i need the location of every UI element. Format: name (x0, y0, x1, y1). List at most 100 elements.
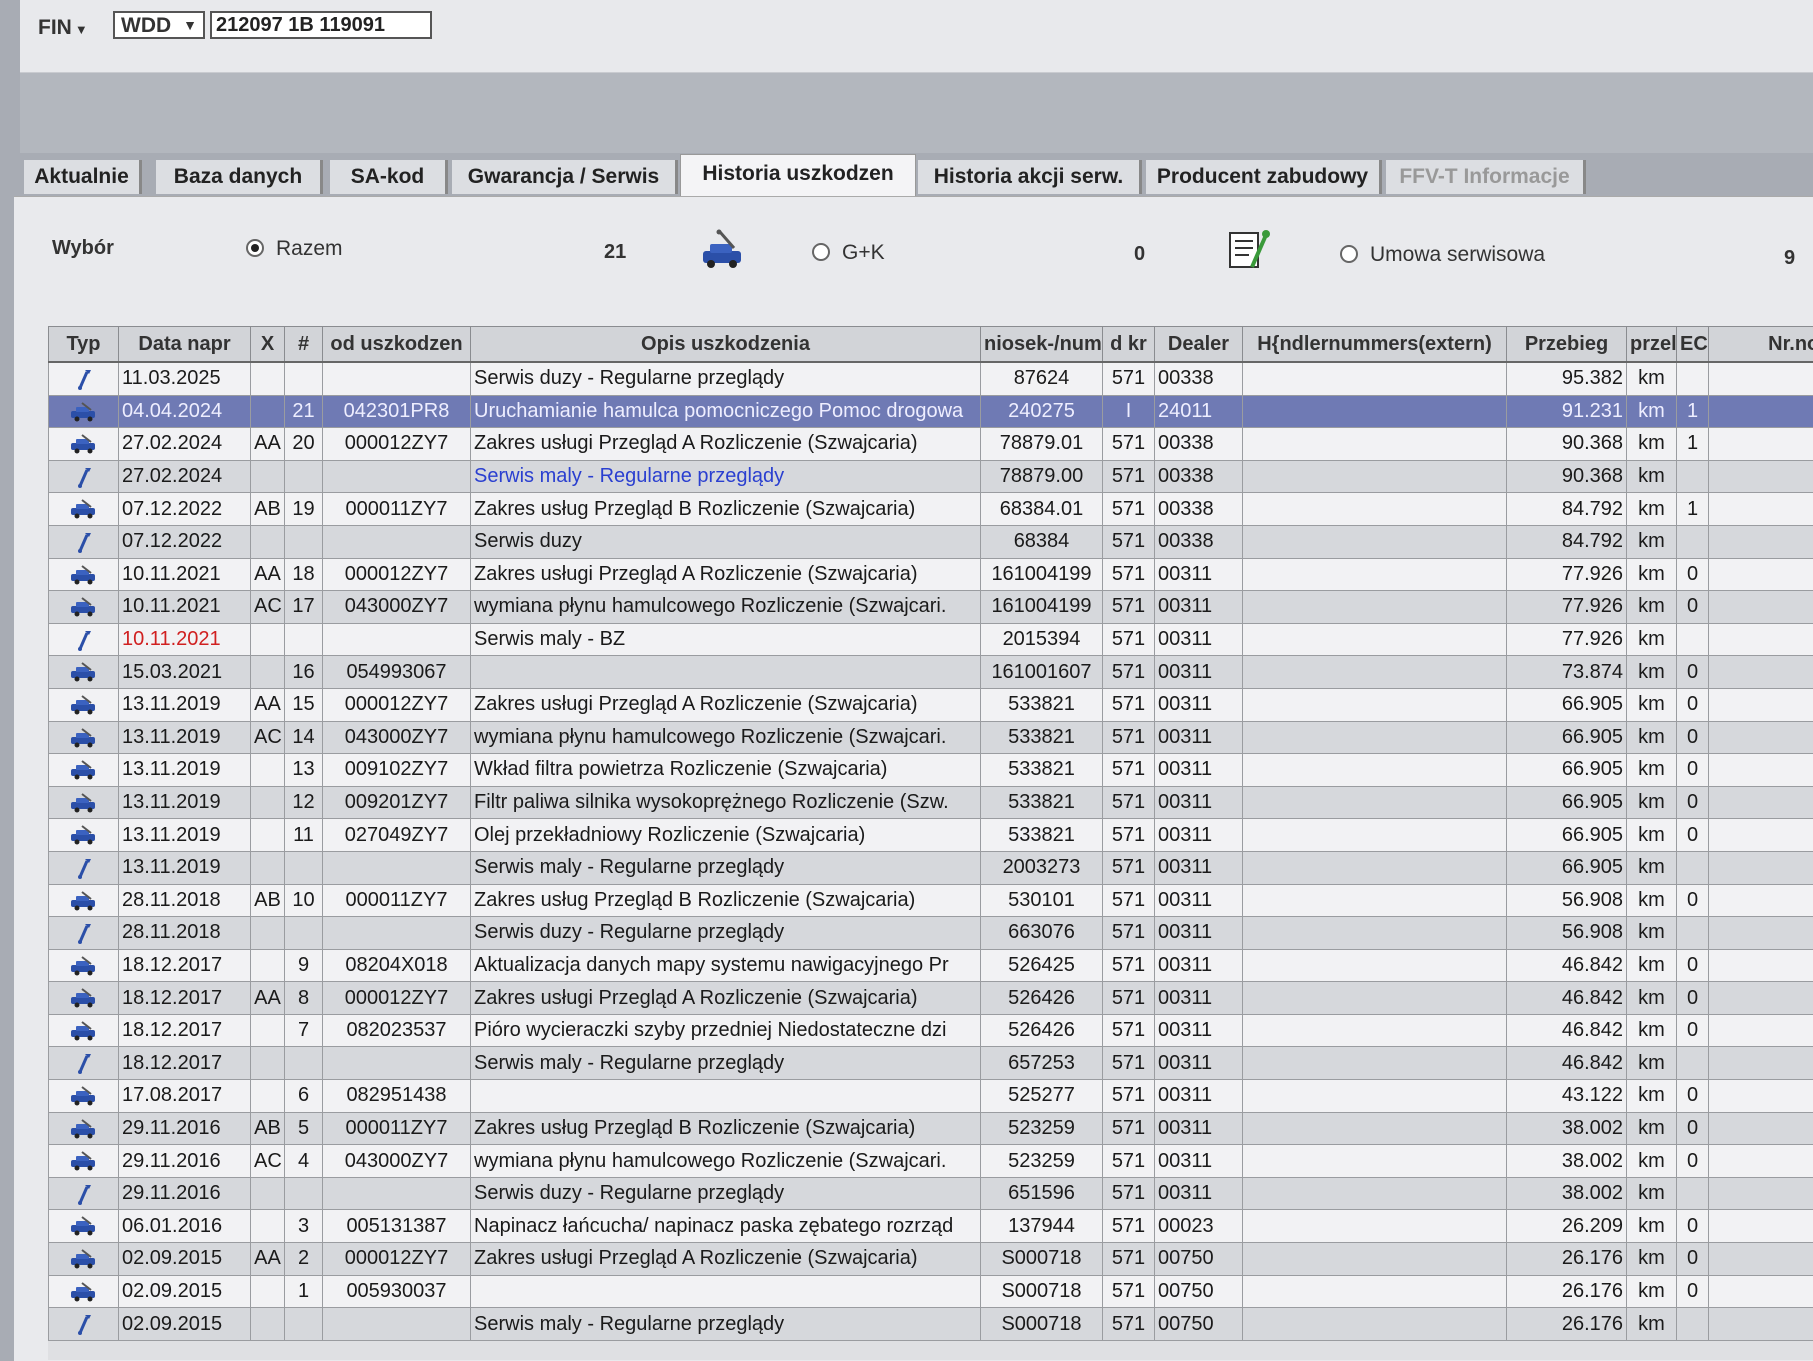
cell-dealer-external (1243, 1210, 1507, 1243)
table-row[interactable]: 13.11.2019AC14043000ZY7wymiana płynu ham… (49, 721, 1813, 754)
table-row[interactable]: 07.12.2022AB19000011ZY7Zakres usług Prze… (49, 493, 1813, 526)
tab-sa-kod[interactable]: SA-kod (330, 160, 448, 194)
cell-note-number: 0000000 (1709, 786, 1813, 819)
tab-ffv-t-informacje[interactable]: FFV-T Informacje (1386, 160, 1586, 194)
cell-number (285, 851, 323, 884)
cell-dealer-external (1243, 884, 1507, 917)
cell-claim-number: 526425 (981, 949, 1103, 982)
vin-input[interactable]: 212097 1B 119091 (210, 11, 432, 39)
cell-dealer-external (1243, 623, 1507, 656)
fin-label: FIN (38, 16, 72, 39)
col-number[interactable]: # (285, 327, 323, 363)
car-lift-icon (69, 1249, 99, 1269)
cell-x (251, 623, 285, 656)
radio-razem[interactable] (246, 239, 264, 257)
gk-count: 0 (1134, 243, 1145, 266)
car-lift-icon (69, 1282, 99, 1302)
cell-note-number: 0000000 (1709, 982, 1813, 1015)
table-row[interactable]: 10.11.2021AA18000012ZY7Zakres usługi Prz… (49, 558, 1813, 591)
cell-claim-number: S000718 (981, 1308, 1103, 1341)
table-row[interactable]: 02.09.2015AA2000012ZY7Zakres usługi Prze… (49, 1243, 1813, 1276)
table-row[interactable]: 10.11.2021AC17043000ZY7wymiana płynu ham… (49, 591, 1813, 624)
radio-gk[interactable] (812, 243, 830, 261)
table-row[interactable]: 29.11.2016AC4043000ZY7wymiana płynu hamu… (49, 1145, 1813, 1178)
table-row[interactable]: 28.11.2018Serwis duzy - Regularne przegl… (49, 917, 1813, 950)
cell-damage-code: 043000ZY7 (323, 1145, 471, 1178)
table-row[interactable]: 18.12.2017Serwis maly - Regularne przegl… (49, 1047, 1813, 1080)
tab-gwarancja-serwis[interactable]: Gwarancja / Serwis (452, 160, 678, 194)
col-przebieg[interactable]: Przebieg (1507, 327, 1627, 363)
table-row[interactable]: 18.12.2017908204X018Aktualizacja danych … (49, 949, 1813, 982)
cell-description: Serwis duzy (471, 525, 981, 558)
table-row[interactable]: 10.11.2021Serwis maly - BZ20153945710031… (49, 623, 1813, 656)
radio-umowa-serwisowa[interactable] (1340, 245, 1358, 263)
cell-ec: 0 (1677, 786, 1709, 819)
col-kod-kraju[interactable]: d kr (1103, 327, 1155, 363)
table-row[interactable]: 06.01.20163005131387Napinacz łańcucha/ n… (49, 1210, 1813, 1243)
table-row[interactable]: 29.11.2016AB5000011ZY7Zakres usług Przeg… (49, 1112, 1813, 1145)
cell-x (251, 1210, 285, 1243)
cell-dealer-external (1243, 395, 1507, 428)
cell-unit: km (1627, 917, 1677, 950)
cell-unit: km (1627, 1275, 1677, 1308)
cell-mileage: 46.842 (1507, 982, 1627, 1015)
table-row[interactable]: 13.11.201912009201ZY7Filtr paliwa silnik… (49, 786, 1813, 819)
tab-baza-danych[interactable]: Baza danych (156, 160, 323, 194)
cell-country-code: 571 (1103, 851, 1155, 884)
wdd-select[interactable]: WDD ▼ (113, 11, 205, 39)
col-haendlernummer[interactable]: H{ndlernummers(extern) (1243, 327, 1507, 363)
col-opis-uszkodzenia[interactable]: Opis uszkodzenia (471, 327, 981, 363)
table-row[interactable]: 02.09.2015Serwis maly - Regularne przegl… (49, 1308, 1813, 1341)
table-row[interactable]: 29.11.2016Serwis duzy - Regularne przegl… (49, 1177, 1813, 1210)
table-row[interactable]: 07.12.2022Serwis duzy683845710033884.792… (49, 525, 1813, 558)
table-row[interactable]: 13.11.2019AA15000012ZY7Zakres usługi Prz… (49, 688, 1813, 721)
wrench-icon (69, 531, 99, 553)
cell-type-icon (49, 362, 119, 395)
col-kod-uszkodzenia[interactable]: od uszkodzen (323, 327, 471, 363)
col-dealer[interactable]: Dealer (1155, 327, 1243, 363)
col-data-napr[interactable]: Data napr (119, 327, 251, 363)
cell-dealer-external (1243, 688, 1507, 721)
cell-note-number: 0000000 (1709, 721, 1813, 754)
cell-mileage: 56.908 (1507, 917, 1627, 950)
umowa-label: Umowa serwisowa (1370, 243, 1545, 267)
table-row[interactable]: 27.02.2024AA20000012ZY7Zakres usługi Prz… (49, 428, 1813, 461)
cell-number: 18 (285, 558, 323, 591)
cell-ec: 0 (1677, 819, 1709, 852)
cell-mileage: 66.905 (1507, 851, 1627, 884)
table-row[interactable]: 27.02.2024Serwis maly - Regularne przegl… (49, 460, 1813, 493)
fin-dropdown[interactable]: FIN▼ (38, 16, 88, 40)
tab-producent-zabudowy[interactable]: Producent zabudowy (1146, 160, 1382, 194)
cell-dealer-external (1243, 1243, 1507, 1276)
table-row[interactable]: 15.03.2021160549930671610016075710031173… (49, 656, 1813, 689)
cell-damage-code: 000012ZY7 (323, 428, 471, 461)
cell-number: 12 (285, 786, 323, 819)
cell-ec (1677, 1177, 1709, 1210)
razem-label: Razem (276, 237, 343, 261)
table-row[interactable]: 02.09.20151005930037S0007185710075026.17… (49, 1275, 1813, 1308)
col-przelicznik[interactable]: przel (1627, 327, 1677, 363)
cell-unit: km (1627, 1308, 1677, 1341)
table-row[interactable]: 28.11.2018AB10000011ZY7Zakres usług Prze… (49, 884, 1813, 917)
tab-aktualnie[interactable]: Aktualnie (24, 160, 142, 194)
table-row[interactable]: 13.11.201913009102ZY7Wkład filtra powiet… (49, 754, 1813, 787)
col-ec[interactable]: EC (1677, 327, 1709, 363)
table-row[interactable]: 13.11.201911027049ZY7Olej przekładniowy … (49, 819, 1813, 852)
cell-dealer-external (1243, 493, 1507, 526)
cell-number: 21 (285, 395, 323, 428)
col-wniosek-numer[interactable]: niosek-/num (981, 327, 1103, 363)
col-nr-noty[interactable]: Nr.noty u (1709, 327, 1813, 363)
table-row[interactable]: 11.03.2025Serwis duzy - Regularne przegl… (49, 362, 1813, 395)
table-row[interactable]: 17.08.201760829514385252775710031143.122… (49, 1080, 1813, 1113)
table-row[interactable]: 13.11.2019Serwis maly - Regularne przegl… (49, 851, 1813, 884)
tab-historia-akcji-serw[interactable]: Historia akcji serw. (918, 160, 1142, 194)
cell-date: 07.12.2022 (119, 493, 251, 526)
col-typ[interactable]: Typ (49, 327, 119, 363)
cell-mileage: 90.368 (1507, 460, 1627, 493)
col-x[interactable]: X (251, 327, 285, 363)
table-row[interactable]: 18.12.2017AA8000012ZY7Zakres usługi Prze… (49, 982, 1813, 1015)
table-row[interactable]: 18.12.20177082023537Pióro wycieraczki sz… (49, 1014, 1813, 1047)
cell-damage-code: 082951438 (323, 1080, 471, 1113)
table-row[interactable]: 04.04.202421042301PR8Uruchamianie hamulc… (49, 395, 1813, 428)
tab-historia-uszkodzen[interactable]: Historia uszkodzen (680, 154, 916, 196)
